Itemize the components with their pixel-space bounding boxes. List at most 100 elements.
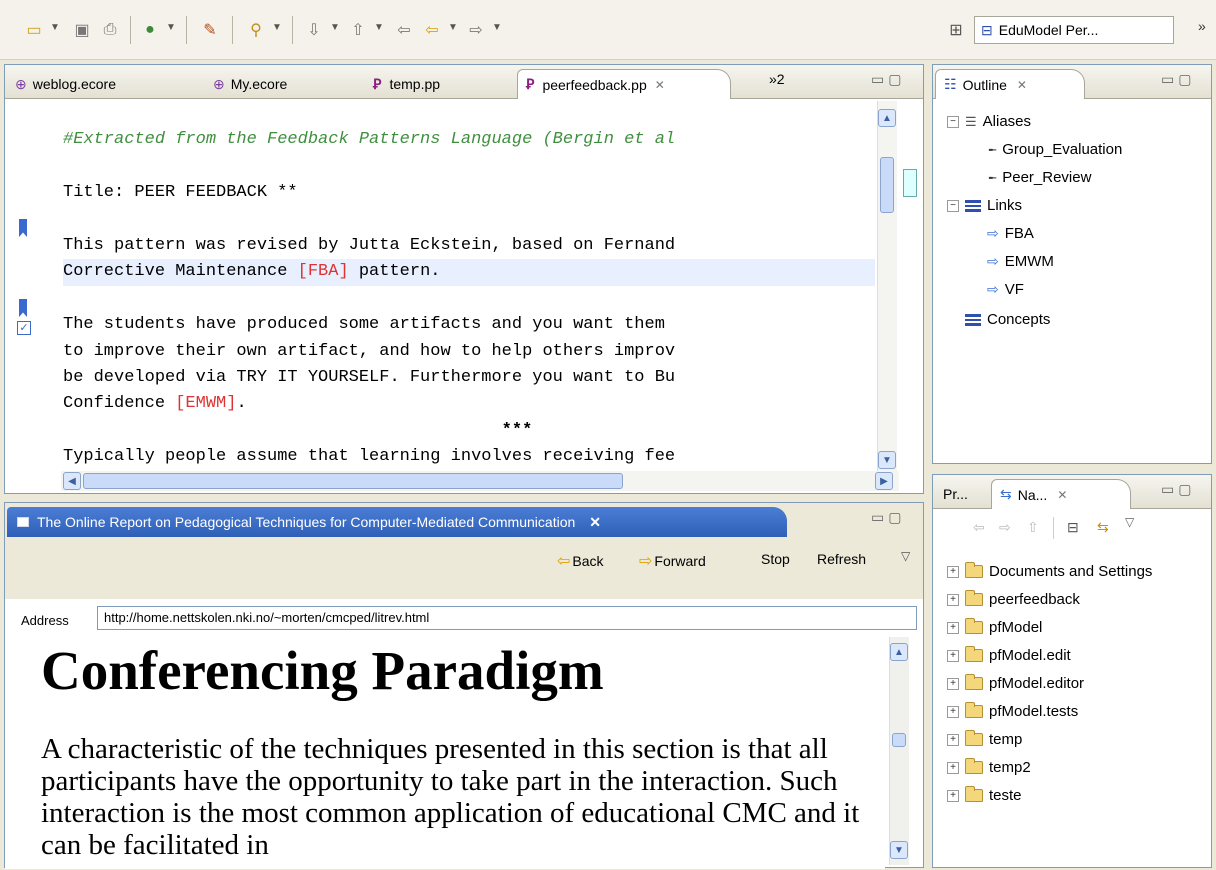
tab-label: My.ecore (230, 76, 288, 92)
browser-icon (17, 517, 29, 527)
perspective-overflow-button[interactable]: » (1198, 18, 1206, 34)
tree-node-vf[interactable]: ⇨ VF (987, 281, 1024, 298)
node-label: pfModel.tests (989, 703, 1079, 720)
tab-browser[interactable]: The Online Report on Pedagogical Techniq… (7, 507, 787, 537)
link-with-editor-icon[interactable]: ⇆ (1097, 519, 1109, 536)
close-icon[interactable]: ✕ (1017, 78, 1027, 92)
prev-annotation-icon[interactable]: ⇧ (346, 18, 370, 42)
stop-button[interactable]: Stop (761, 551, 790, 567)
next-annotation-dropdown-icon[interactable]: ▼ (330, 22, 340, 33)
run-icon[interactable]: ● (138, 18, 162, 42)
tree-node-peerfeedback[interactable]: + peerfeedback (947, 590, 1080, 608)
tree-node-pfmodel[interactable]: + pfModel (947, 618, 1042, 636)
tree-node-temp[interactable]: + temp (947, 730, 1022, 748)
tab-temp-pp[interactable]: Ꝑ temp.pp (365, 69, 448, 99)
expand-icon[interactable]: + (947, 733, 959, 746)
tab-project-explorer[interactable]: Pr... (935, 479, 976, 509)
up-icon[interactable]: ⇧ (1027, 519, 1039, 536)
collapse-icon[interactable]: − (947, 115, 959, 128)
code-editor[interactable]: #Extracted from the Feedback Patterns La… (63, 101, 875, 501)
editor-horizontal-scrollbar[interactable]: ◀ ▶ (61, 471, 899, 491)
run-dropdown-icon[interactable]: ▼ (166, 22, 176, 33)
minimize-maximize-buttons[interactable]: ▭▢ (871, 71, 905, 88)
refresh-button[interactable]: Refresh (817, 551, 866, 567)
tree-node-links[interactable]: − Links (947, 197, 1022, 214)
outline-panel: ☷ Outline ✕ ▭▢ − ☰ Aliases ╾ Group_Evalu… (932, 64, 1212, 464)
tree-node-pfmodel-edit[interactable]: + pfModel.edit (947, 646, 1071, 664)
forward-icon[interactable]: ⇨ (999, 519, 1011, 536)
tree-node-pfmodel-editor[interactable]: + pfModel.editor (947, 674, 1084, 692)
expand-icon[interactable]: + (947, 593, 959, 606)
collapse-icon[interactable]: − (947, 199, 959, 212)
expand-icon[interactable]: + (947, 705, 959, 718)
back-dropdown-icon[interactable]: ▼ (448, 22, 458, 33)
tree-node-documents-and-settings[interactable]: + Documents and Settings (947, 562, 1152, 580)
prev-annotation-dropdown-icon[interactable]: ▼ (374, 22, 384, 33)
tree-node-fba[interactable]: ⇨ FBA (987, 225, 1034, 242)
search-icon[interactable]: ⚲ (244, 18, 268, 42)
scroll-down-icon[interactable]: ▼ (890, 841, 908, 859)
expand-icon[interactable]: + (947, 649, 959, 662)
expand-icon[interactable]: + (947, 677, 959, 690)
tree-node-emwm[interactable]: ⇨ EMWM (987, 253, 1054, 270)
collapse-all-icon[interactable]: ⊟ (1067, 519, 1079, 536)
tree-node-aliases[interactable]: − ☰ Aliases (947, 113, 1031, 130)
scroll-down-icon[interactable]: ▼ (878, 451, 896, 469)
scroll-right-icon[interactable]: ▶ (875, 472, 893, 490)
next-annotation-icon[interactable]: ⇩ (302, 18, 326, 42)
browser-vertical-scrollbar[interactable]: ▲ ▼ (889, 637, 909, 865)
forward-icon[interactable]: ⇨ (464, 18, 488, 42)
perspective-button[interactable]: ⊟ EduModel Per... (974, 16, 1174, 44)
expand-icon[interactable]: + (947, 621, 959, 634)
new-icon[interactable]: ▭ (22, 18, 46, 42)
back-icon[interactable]: ⇦ (420, 18, 444, 42)
scroll-up-icon[interactable]: ▲ (878, 109, 896, 127)
tree-node-group-evaluation[interactable]: ╾ Group_Evaluation (989, 141, 1122, 158)
editor-vertical-scrollbar[interactable]: ▲ ▼ (877, 101, 897, 473)
scroll-thumb[interactable] (880, 157, 894, 213)
more-tabs-button[interactable]: »2 (769, 71, 785, 87)
scroll-thumb[interactable] (83, 473, 623, 489)
tree-node-temp2[interactable]: + temp2 (947, 758, 1031, 776)
close-icon[interactable]: ✕ (1057, 488, 1067, 502)
close-icon[interactable]: ✕ (589, 514, 601, 531)
browser-menu-icon[interactable]: ▽ (901, 549, 910, 563)
scroll-left-icon[interactable]: ◀ (63, 472, 81, 490)
view-menu-icon[interactable]: ▽ (1125, 515, 1134, 529)
tab-peerfeedback-pp[interactable]: Ꝑ peerfeedback.pp ✕ (517, 69, 731, 99)
tab-outline[interactable]: ☷ Outline ✕ (935, 69, 1085, 99)
last-edit-icon[interactable]: ⇦ (392, 18, 416, 42)
address-input[interactable]: http://home.nettskolen.nki.no/~morten/cm… (97, 606, 917, 630)
expand-icon[interactable]: + (947, 789, 959, 802)
save-icon[interactable]: ▣ (70, 18, 94, 42)
minimize-maximize-buttons[interactable]: ▭▢ (871, 509, 905, 526)
minimize-maximize-buttons[interactable]: ▭▢ (1161, 71, 1195, 88)
expand-icon[interactable]: + (947, 565, 959, 578)
new-dropdown-icon[interactable]: ▼ (50, 22, 60, 33)
forward-button[interactable]: ⇨ Forward (639, 551, 706, 571)
task-icon[interactable]: ✓ (17, 321, 31, 335)
tree-node-peer-review[interactable]: ╾ Peer_Review (989, 169, 1091, 186)
close-icon[interactable]: ✕ (655, 78, 665, 92)
search-dropdown-icon[interactable]: ▼ (272, 22, 282, 33)
bookmark-icon[interactable] (19, 219, 27, 237)
overview-ruler-marker[interactable] (903, 169, 917, 197)
tab-weblog-ecore[interactable]: ⊕ weblog.ecore (7, 69, 124, 99)
minimize-maximize-buttons[interactable]: ▭▢ (1161, 481, 1195, 498)
tab-navigator[interactable]: ⇆ Na... ✕ (991, 479, 1131, 509)
back-icon[interactable]: ⇦ (973, 519, 985, 536)
tree-node-teste[interactable]: + teste (947, 786, 1022, 804)
tool-icon[interactable]: ✎ (198, 18, 222, 42)
forward-dropdown-icon[interactable]: ▼ (492, 22, 502, 33)
back-button[interactable]: ⇦ Back (557, 551, 604, 571)
browser-page[interactable]: Conferencing Paradigm A characteristic o… (5, 637, 885, 869)
tree-node-concepts[interactable]: Concepts (965, 311, 1050, 328)
scroll-thumb[interactable] (892, 733, 906, 747)
expand-icon[interactable]: + (947, 761, 959, 774)
tab-my-ecore[interactable]: ⊕ My.ecore (205, 69, 295, 99)
bookmark-icon[interactable] (19, 299, 27, 317)
open-perspective-icon[interactable]: ⊞ (944, 18, 968, 42)
tree-node-pfmodel-tests[interactable]: + pfModel.tests (947, 702, 1079, 720)
scroll-up-icon[interactable]: ▲ (890, 643, 908, 661)
print-icon[interactable]: ⎙ (98, 18, 122, 42)
